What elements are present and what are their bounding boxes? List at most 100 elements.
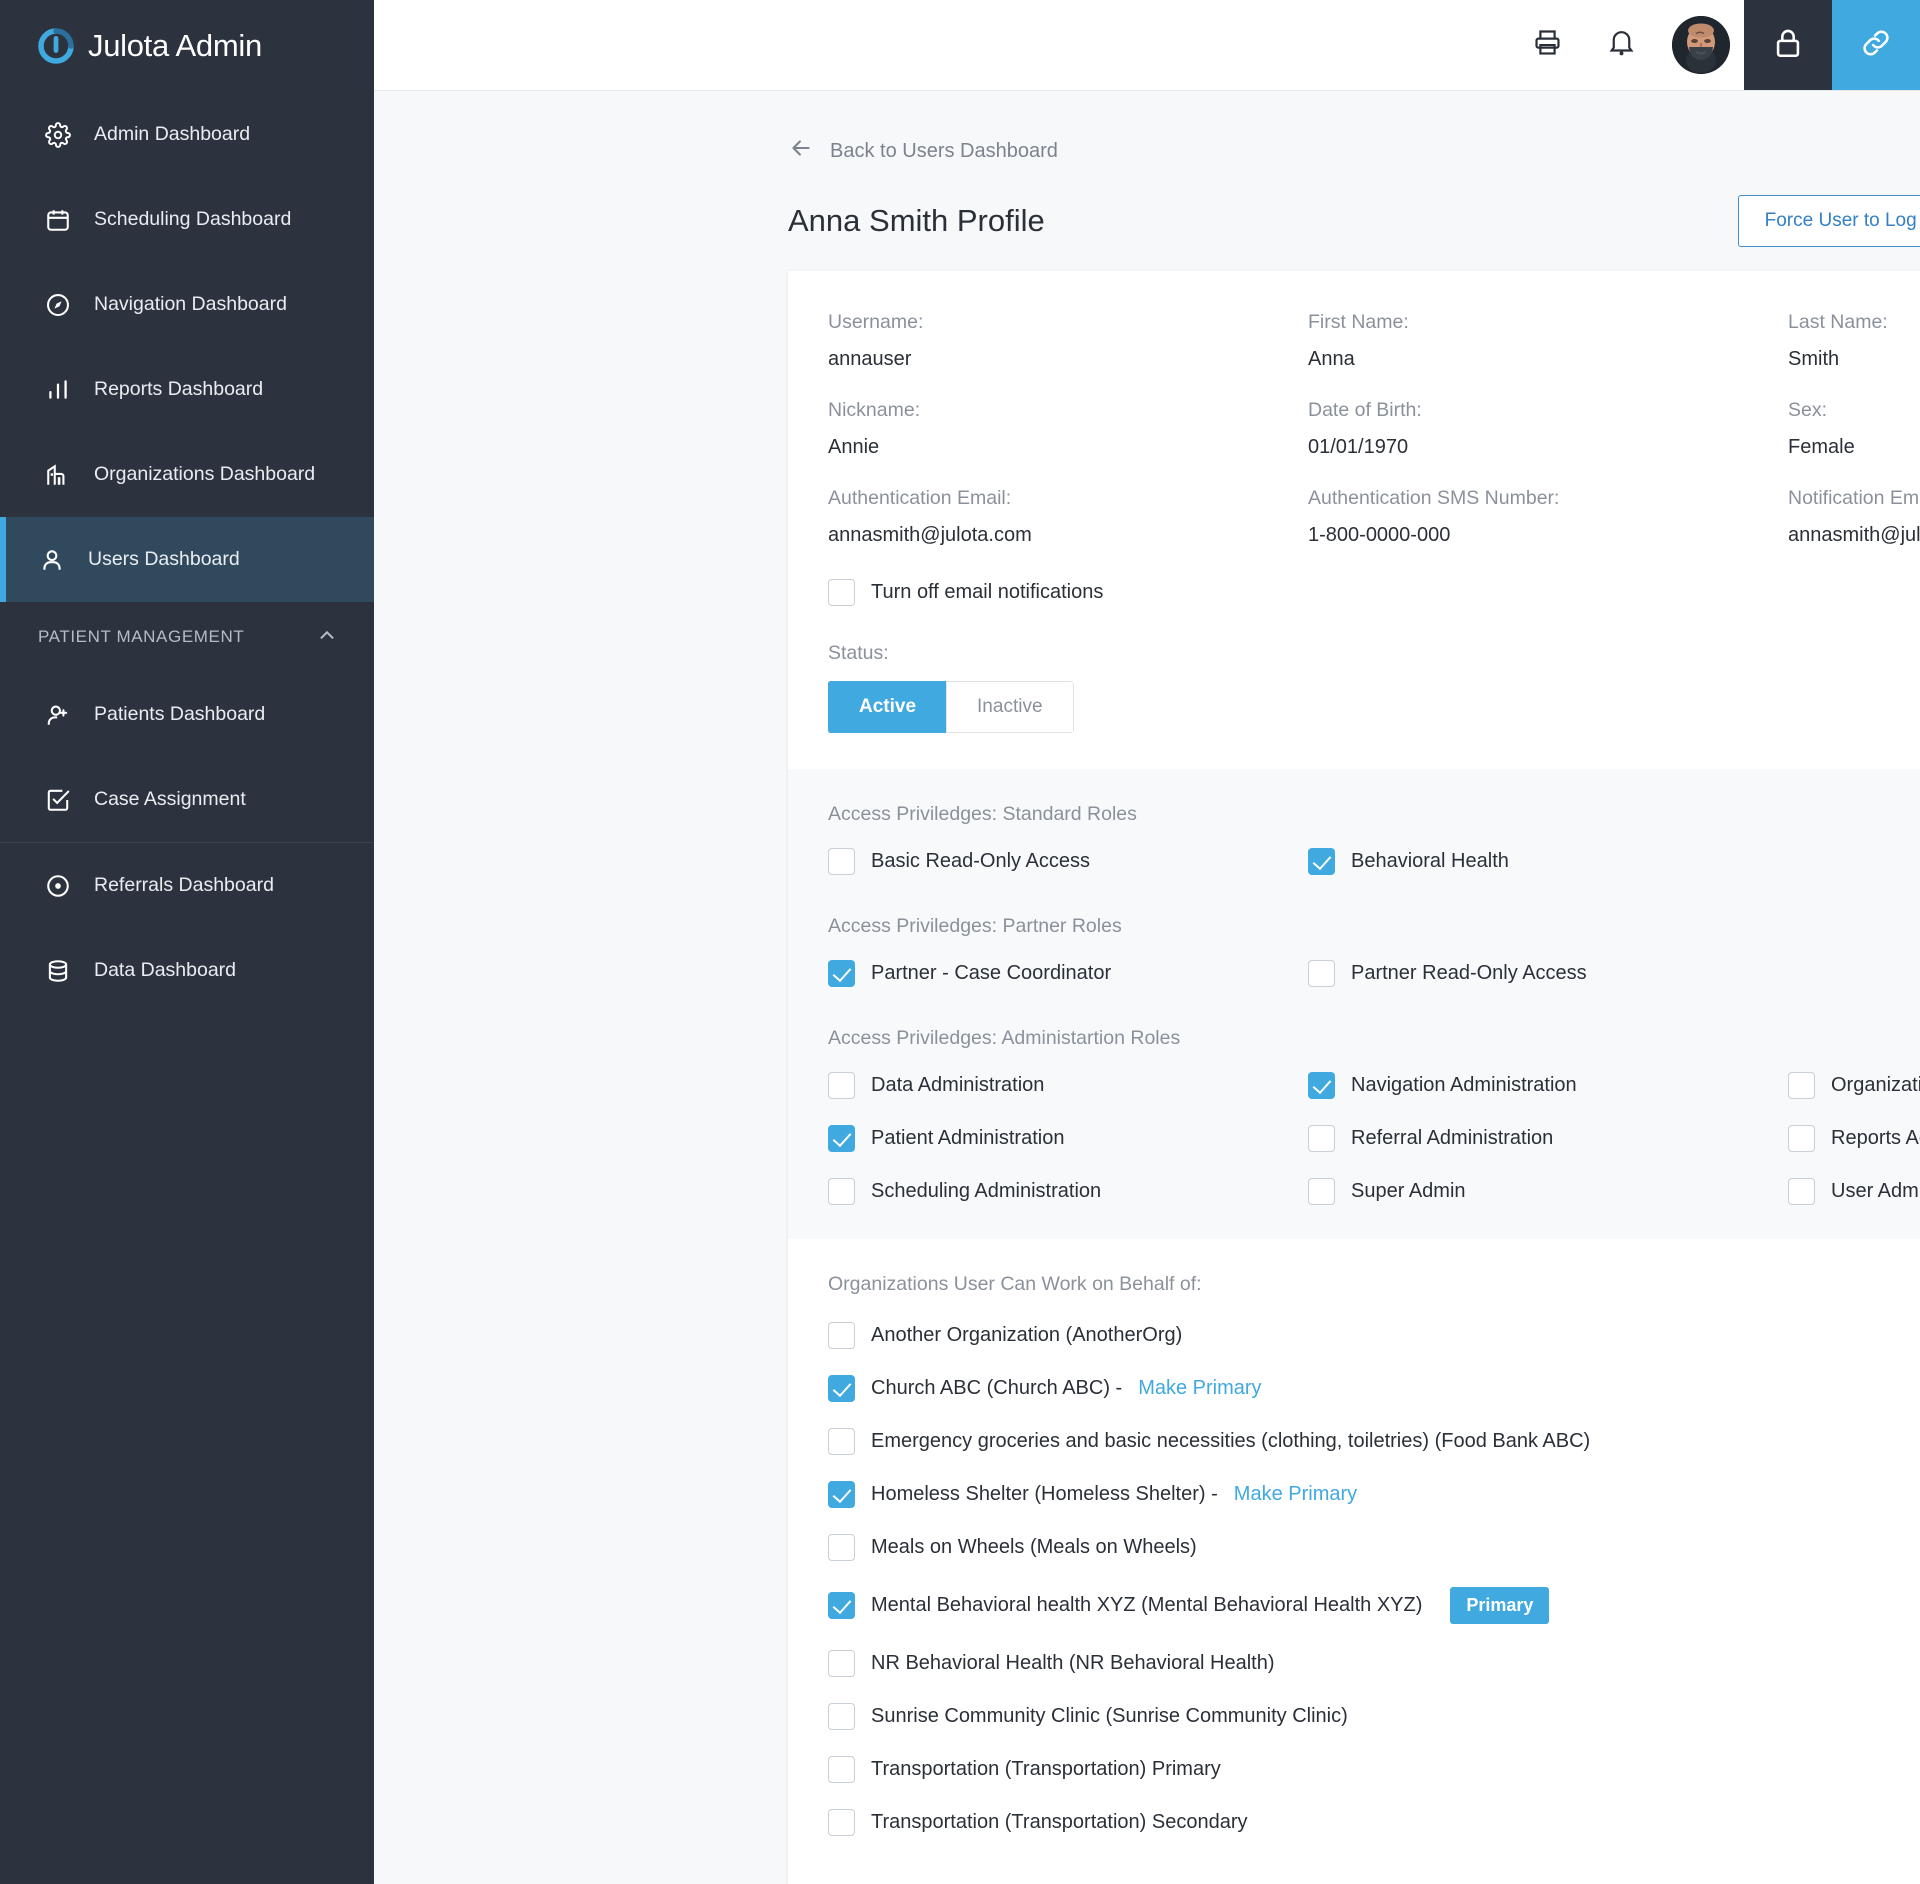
org-checkbox[interactable]: [828, 1650, 855, 1678]
org-label: Meals on Wheels (Meals on Wheels): [871, 1536, 1197, 1559]
field-label: Authentication SMS Number:: [1308, 487, 1560, 510]
org-row-homeless-shelter[interactable]: Homeless Shelter (Homeless Shelter) - Ma…: [828, 1481, 1920, 1509]
status-active-button[interactable]: Active: [828, 681, 947, 734]
role-row-user-administration[interactable]: User Administration: [1788, 1178, 1920, 1206]
org-row-another-organization[interactable]: Another Organization (AnotherOrg): [828, 1322, 1920, 1350]
profile-details-section: Username: annauser First Name: Anna Last…: [788, 271, 1920, 770]
print-button[interactable]: [1510, 0, 1584, 90]
status-inactive-button[interactable]: Inactive: [946, 681, 1074, 734]
org-checkbox[interactable]: [828, 1756, 855, 1784]
sidebar-item-referrals-dashboard[interactable]: Referrals Dashboard: [0, 843, 374, 928]
role-checkbox[interactable]: [828, 960, 855, 988]
checkbox-square-icon: [44, 786, 72, 814]
field-authentication-sms: Authentication SMS Number: 1-800-0000-00…: [1308, 487, 1788, 575]
role-checkbox[interactable]: [1788, 1072, 1815, 1100]
org-label: Transportation (Transportation) Primary: [871, 1758, 1221, 1781]
role-checkbox[interactable]: [1308, 1178, 1335, 1206]
role-checkbox[interactable]: [1308, 960, 1335, 988]
sidebar-item-reports-dashboard[interactable]: Reports Dashboard: [0, 347, 374, 432]
role-checkbox[interactable]: [828, 1178, 855, 1206]
sidebar-item-scheduling-dashboard[interactable]: Scheduling Dashboard: [0, 177, 374, 262]
role-label: Partner - Case Coordinator: [871, 962, 1112, 985]
org-checkbox[interactable]: [828, 1375, 855, 1403]
role-row-partner-read-only[interactable]: Partner Read-Only Access: [1308, 960, 1920, 988]
role-label: Data Administration: [871, 1074, 1045, 1097]
org-checkbox[interactable]: [828, 1703, 855, 1731]
brand[interactable]: Julota Admin: [0, 0, 374, 92]
org-row-nr-behavioral-health[interactable]: NR Behavioral Health (NR Behavioral Heal…: [828, 1650, 1920, 1678]
sidebar-item-label: Navigation Dashboard: [94, 293, 287, 315]
role-checkbox[interactable]: [1308, 1125, 1335, 1153]
sidebar-item-patients-dashboard[interactable]: Patients Dashboard: [0, 672, 374, 757]
checkbox-label: Turn off email notifications: [871, 581, 1104, 604]
field-label: Date of Birth:: [1308, 399, 1422, 422]
role-checkbox[interactable]: [1308, 848, 1335, 876]
role-row-patient-administration[interactable]: Patient Administration: [828, 1125, 1308, 1153]
copy-link-button[interactable]: [1832, 0, 1920, 91]
make-primary-link[interactable]: Make Primary: [1234, 1483, 1357, 1506]
sidebar-item-case-assignment[interactable]: Case Assignment: [0, 757, 374, 842]
org-label: Church ABC (Church ABC) -: [871, 1377, 1123, 1400]
role-row-partner-case-coordinator[interactable]: Partner - Case Coordinator: [828, 960, 1308, 988]
org-checkbox[interactable]: [828, 1534, 855, 1562]
field-nickname: Nickname: Annie: [828, 399, 1308, 487]
avatar[interactable]: [1672, 16, 1730, 75]
field-label: Authentication Email:: [828, 487, 1012, 510]
field-value: 1-800-0000-000: [1308, 524, 1451, 547]
role-row-organization-administration[interactable]: Organization Administration: [1788, 1072, 1920, 1100]
role-row-scheduling-administration[interactable]: Scheduling Administration: [828, 1178, 1308, 1206]
administration-roles-grid: Data Administration Navigation Administr…: [828, 1072, 1920, 1206]
role-checkbox[interactable]: [1788, 1178, 1815, 1206]
back-to-users-dashboard-link[interactable]: Back to Users Dashboard: [374, 91, 1058, 167]
role-row-data-administration[interactable]: Data Administration: [828, 1072, 1308, 1100]
sidebar-section-patient-management[interactable]: PATIENT MANAGEMENT: [0, 602, 374, 672]
role-checkbox[interactable]: [828, 1072, 855, 1100]
role-row-navigation-administration[interactable]: Navigation Administration: [1308, 1072, 1788, 1100]
role-checkbox[interactable]: [828, 1125, 855, 1153]
sidebar-item-admin-dashboard[interactable]: Admin Dashboard: [0, 92, 374, 177]
field-value: Smith: [1788, 348, 1840, 371]
org-row-sunrise-community-clinic[interactable]: Sunrise Community Clinic (Sunrise Commun…: [828, 1703, 1920, 1731]
org-row-church-abc[interactable]: Church ABC (Church ABC) - Make Primary: [828, 1375, 1920, 1403]
org-row-mental-behavioral-health-xyz[interactable]: Mental Behavioral health XYZ (Mental Beh…: [828, 1587, 1920, 1625]
org-checkbox[interactable]: [828, 1322, 855, 1350]
role-checkbox[interactable]: [1308, 1072, 1335, 1100]
sidebar-item-navigation-dashboard[interactable]: Navigation Dashboard: [0, 262, 374, 347]
role-row-reports-administration[interactable]: Reports Administration: [1788, 1125, 1920, 1153]
role-row-super-admin[interactable]: Super Admin: [1308, 1178, 1788, 1206]
sidebar-nav: Admin Dashboard Scheduling Dashboard Nav…: [0, 92, 374, 1013]
role-checkbox[interactable]: [1788, 1125, 1815, 1153]
chevron-up-icon: [316, 624, 338, 651]
org-row-transportation-primary[interactable]: Transportation (Transportation) Primary: [828, 1756, 1920, 1784]
user-icon: [38, 546, 66, 574]
org-checkbox[interactable]: [828, 1809, 855, 1837]
org-checkbox[interactable]: [828, 1481, 855, 1509]
sidebar-item-organizations-dashboard[interactable]: Organizations Dashboard: [0, 432, 374, 517]
role-checkbox[interactable]: [828, 848, 855, 876]
role-label: Behavioral Health: [1351, 850, 1509, 873]
sidebar-item-users-dashboard[interactable]: Users Dashboard: [0, 517, 374, 602]
page-actions: Force User to Log Out Resend Welcome Ema…: [1737, 195, 1920, 248]
org-checkbox[interactable]: [828, 1428, 855, 1456]
role-label: Navigation Administration: [1351, 1074, 1577, 1097]
sidebar-item-label: Admin Dashboard: [94, 123, 251, 145]
sidebar-item-label: Patients Dashboard: [94, 703, 266, 725]
field-first-name: First Name: Anna: [1308, 311, 1788, 399]
turn-off-email-notifications-checkbox[interactable]: [828, 579, 855, 607]
page-content: Back to Users Dashboard Anna Smith Profi…: [374, 91, 1920, 1884]
notifications-button[interactable]: [1584, 0, 1658, 90]
role-row-behavioral-health[interactable]: Behavioral Health: [1308, 848, 1920, 876]
role-row-referral-administration[interactable]: Referral Administration: [1308, 1125, 1788, 1153]
org-row-transportation-secondary[interactable]: Transportation (Transportation) Secondar…: [828, 1809, 1920, 1837]
org-row-food-bank-abc[interactable]: Emergency groceries and basic necessitie…: [828, 1428, 1920, 1456]
role-row-basic-read-only[interactable]: Basic Read-Only Access: [828, 848, 1308, 876]
make-primary-link[interactable]: Make Primary: [1138, 1377, 1261, 1400]
field-username: Username: annauser: [828, 311, 1308, 399]
force-user-logout-button[interactable]: Force User to Log Out: [1737, 195, 1920, 248]
turn-off-email-notifications-row[interactable]: Turn off email notifications: [828, 579, 1920, 607]
org-checkbox[interactable]: [828, 1592, 855, 1620]
lock-button[interactable]: [1744, 0, 1832, 91]
org-row-meals-on-wheels[interactable]: Meals on Wheels (Meals on Wheels): [828, 1534, 1920, 1562]
sidebar-item-data-dashboard[interactable]: Data Dashboard: [0, 928, 374, 1013]
